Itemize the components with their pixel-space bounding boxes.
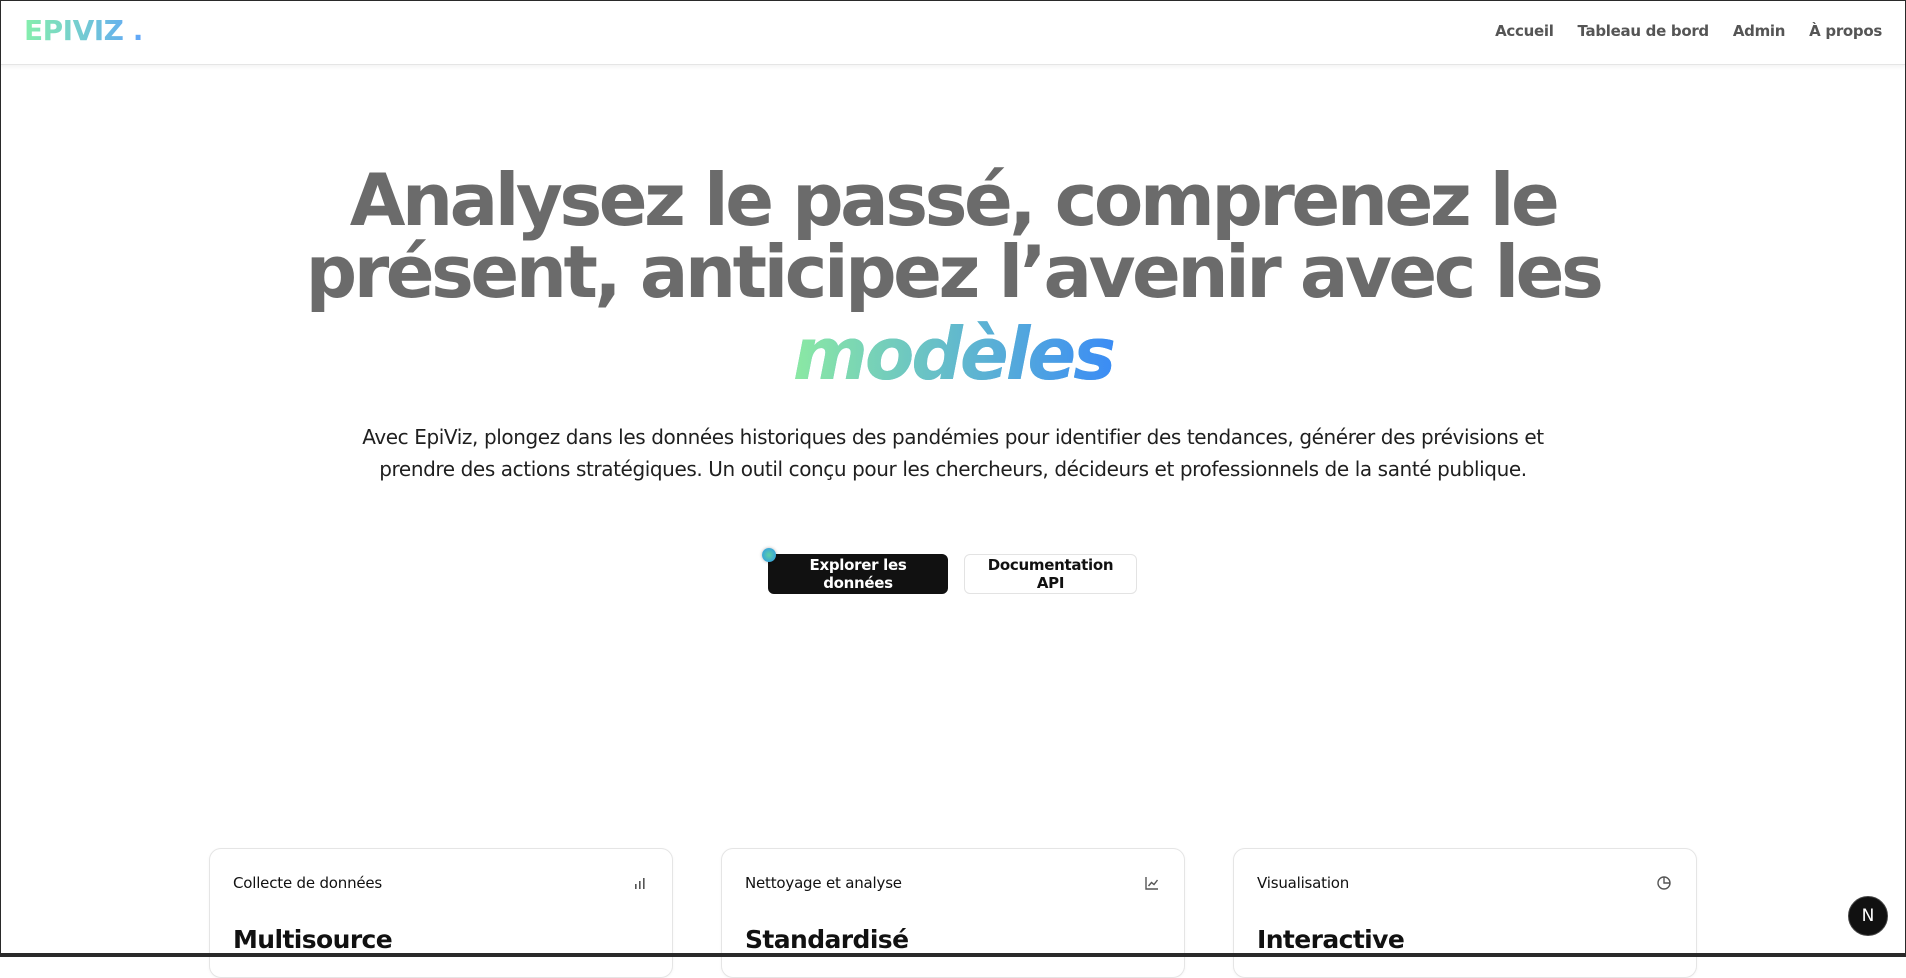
hero-title: Analysez le passé, comprenez le présent,…	[300, 164, 1606, 308]
nav-tableau-de-bord[interactable]: Tableau de bord	[1578, 22, 1710, 40]
feature-card-nettoyage: Nettoyage et analyse Standardisé	[721, 848, 1185, 978]
nav-accueil[interactable]: Accueil	[1495, 22, 1554, 40]
hero-title-line-2: présent, anticipez l’avenir avec les	[305, 230, 1604, 314]
card-value: Standardisé	[745, 925, 909, 954]
epiviz-logo[interactable]: EPIVIZ .	[24, 14, 143, 47]
bar-chart-icon	[635, 878, 645, 889]
nav-admin[interactable]: Admin	[1733, 22, 1786, 40]
hero-title-accent: modèles	[0, 318, 1906, 390]
feature-card-collecte: Collecte de données Multisource	[209, 848, 673, 978]
hero-accent-word: modèles	[792, 312, 1116, 396]
nextjs-dev-badge[interactable]: N	[1848, 896, 1888, 936]
cursor-indicator	[762, 548, 776, 562]
hero-subtitle: Avec EpiViz, plongez dans les données hi…	[362, 425, 1544, 481]
nav-a-propos[interactable]: À propos	[1809, 22, 1882, 40]
hero-actions: Explorer les données Documentation API	[768, 554, 1137, 594]
card-value: Interactive	[1257, 925, 1405, 954]
main-nav: Accueil Tableau de bord Admin À propos	[1495, 22, 1882, 40]
feature-card-visualisation: Visualisation Interactive	[1233, 848, 1697, 978]
bottom-edge	[0, 953, 1906, 957]
card-label: Collecte de données	[233, 874, 383, 892]
api-documentation-button[interactable]: Documentation API	[964, 554, 1137, 594]
pie-chart-icon	[1657, 876, 1671, 890]
top-navbar: EPIVIZ . Accueil Tableau de bord Admin À…	[0, 0, 1906, 65]
explore-data-button[interactable]: Explorer les données	[768, 554, 948, 594]
card-label: Visualisation	[1257, 874, 1350, 892]
card-label: Nettoyage et analyse	[745, 874, 902, 892]
card-value: Multisource	[233, 925, 393, 954]
line-chart-icon	[1145, 877, 1159, 890]
